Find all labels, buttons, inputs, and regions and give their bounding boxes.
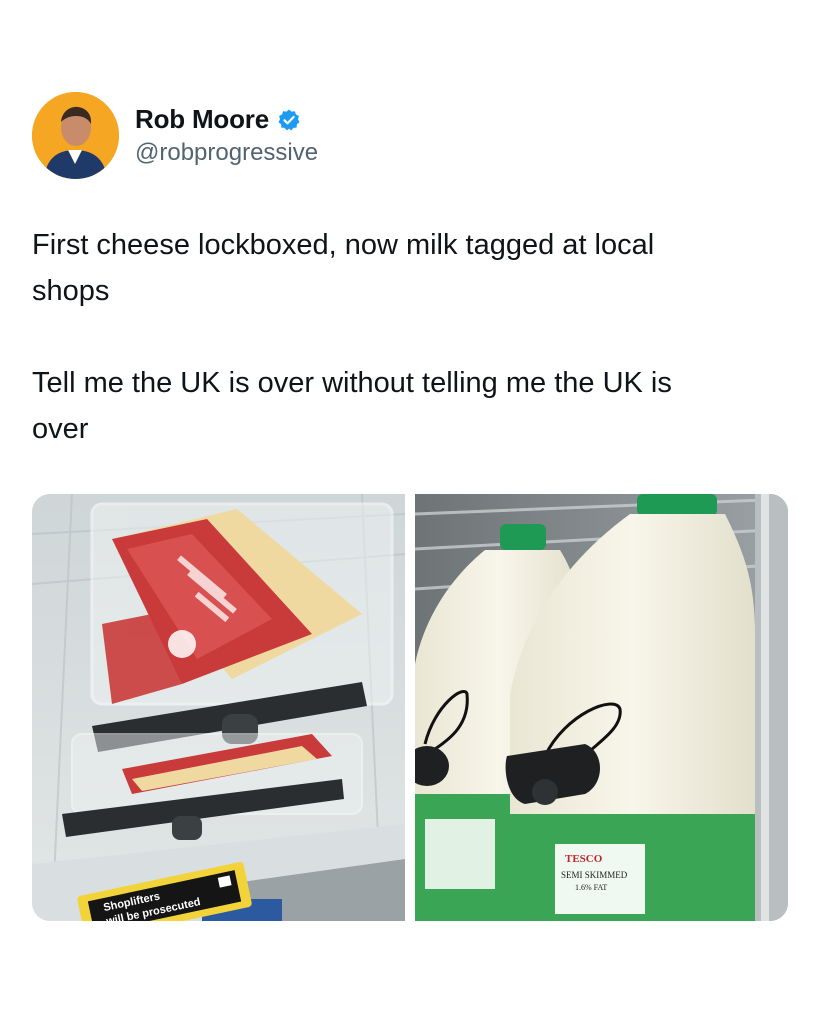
verified-badge-icon: [278, 109, 300, 130]
milk-product-label: SEMI SKIMMED: [561, 870, 628, 880]
tweet-media[interactable]: Shoplifters will be prosecuted TESCO SEM…: [32, 494, 788, 921]
avatar[interactable]: [32, 92, 119, 179]
tagged-milk-photo[interactable]: TESCO SEMI SKIMMED 1.6% FAT: [415, 494, 788, 921]
tweet-header: Rob Moore @robprogressive: [32, 92, 318, 179]
display-name[interactable]: Rob Moore: [135, 104, 269, 135]
user-handle[interactable]: @robprogressive: [135, 139, 318, 167]
milk-brand-label: TESCO: [565, 853, 603, 865]
milk-fat-label: 1.6% FAT: [575, 883, 607, 892]
cheese-lockbox-photo[interactable]: Shoplifters will be prosecuted: [32, 494, 405, 921]
tweet-text: First cheese lockboxed, now milk tagged …: [32, 229, 672, 445]
user-avatar-icon: [32, 92, 119, 179]
